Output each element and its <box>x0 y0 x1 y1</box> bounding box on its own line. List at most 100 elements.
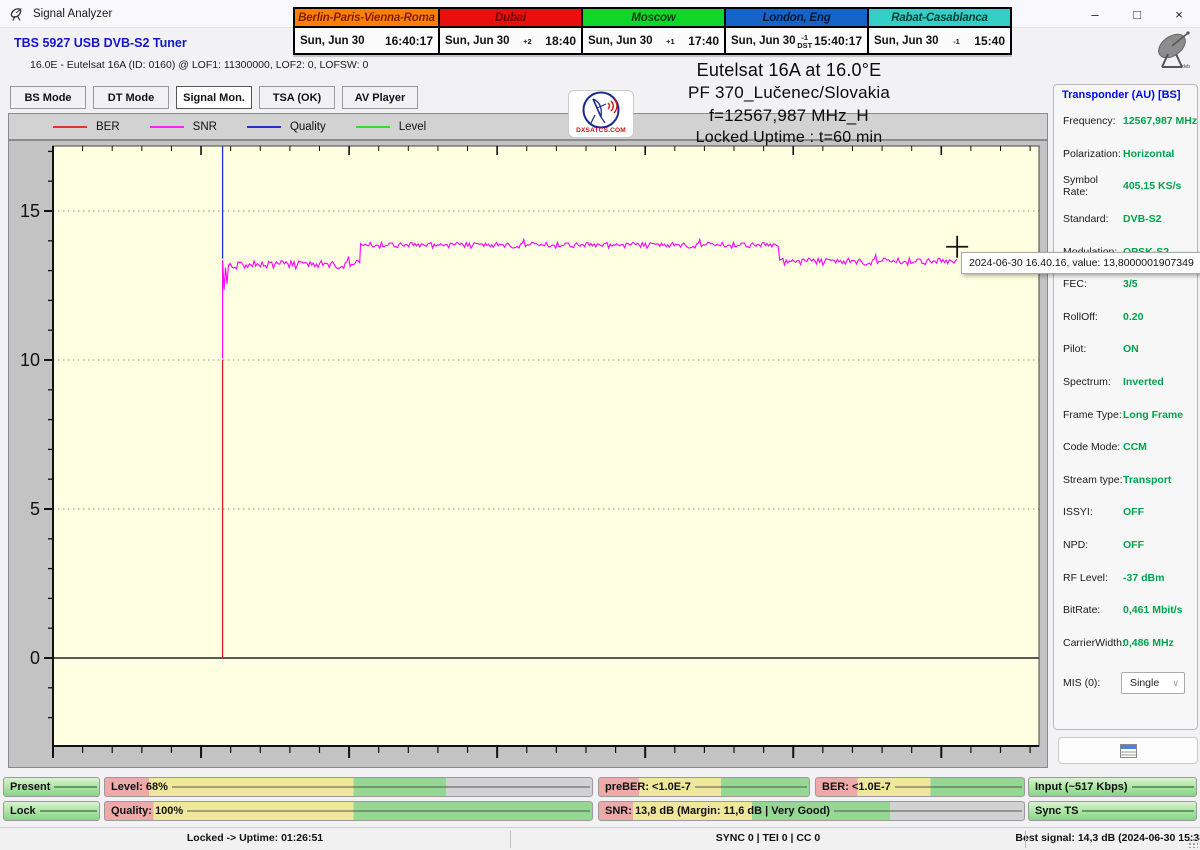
app-title: Signal Analyzer <box>33 8 112 20</box>
mode-button-dt-mode[interactable]: DT Mode <box>93 86 169 109</box>
clock-utc-offset <box>365 40 385 42</box>
legend-label: BER <box>96 121 120 133</box>
chart-plot-area[interactable] <box>53 146 1039 746</box>
present-badge: Present <box>3 777 100 797</box>
clock-berlin-paris-vienna-roma: Berlin-Paris-Vienna-RomaSun, Jun 3016:40… <box>295 9 438 53</box>
snr-chart: 051015 <box>8 140 1048 768</box>
y-tick-label: 15 <box>20 201 40 221</box>
status-separator <box>510 831 511 848</box>
transponder-label: FEC: <box>1063 278 1123 290</box>
transponder-row-standard: Standard:DVB-S2 <box>1054 203 1197 236</box>
mode-button-av-player[interactable]: AV Player <box>342 86 418 109</box>
sync-ts-badge: Sync TS <box>1028 801 1197 821</box>
clock-utc-offset: +2 <box>510 36 546 46</box>
station-header: PF 370_Lučenec/Slovakia <box>688 83 890 103</box>
clock-time-value: 15:40:17 <box>814 34 862 48</box>
transponder-rows: Frequency:12567,987 MHzPolarization:Hori… <box>1054 105 1197 659</box>
level-bar-label: Level: 68% <box>105 781 168 793</box>
transponder-value: 3/5 <box>1123 278 1138 290</box>
clock-city-label: London, Eng <box>726 9 867 28</box>
ber-bar-label: BER: <1.0E-7 <box>816 781 891 793</box>
resize-grip[interactable] <box>1188 838 1198 848</box>
transponder-label: Stream type: <box>1063 474 1123 486</box>
transponder-value: 405,15 KS/s <box>1123 180 1181 192</box>
clock-time-value: 18:40 <box>545 34 576 48</box>
clock-time-row: Sun, Jun 3016:40:17 <box>295 28 438 53</box>
legend-item-quality: Quality <box>247 121 326 133</box>
transponder-label: ISSYI: <box>1063 506 1123 518</box>
mis-select[interactable]: Single ∨ <box>1121 672 1185 694</box>
transponder-value: 0,461 Mbit/s <box>1123 604 1183 616</box>
mode-button-signal-mon-[interactable]: Signal Mon. <box>176 86 252 109</box>
clock-time-row: Sun, Jun 30-115:40 <box>869 28 1010 53</box>
legend-item-ber: BER <box>53 121 120 133</box>
chevron-down-icon: ∨ <box>1172 678 1179 689</box>
preber-bar: preBER: <1.0E-7 <box>598 777 810 797</box>
transponder-row-rflevel: RF Level:-37 dBm <box>1054 561 1197 594</box>
transponder-value: 12567,987 MHz <box>1123 115 1197 127</box>
transponder-row-pilot: Pilot:ON <box>1054 333 1197 366</box>
mode-button-tsa-ok-[interactable]: TSA (OK) <box>259 86 335 109</box>
transponder-label: Code Mode: <box>1063 441 1123 453</box>
bar-groove <box>695 786 807 788</box>
close-button[interactable]: × <box>1158 0 1200 28</box>
preber-bar-label: preBER: <1.0E-7 <box>599 781 691 793</box>
legend-item-snr: SNR <box>150 121 217 133</box>
transponder-label: RollOff: <box>1063 311 1123 323</box>
y-tick-label: 10 <box>20 350 40 370</box>
chart-legend: BER SNR Quality Level <box>8 113 1048 140</box>
app-dish-icon <box>9 6 25 22</box>
clock-utc-offset: +1 <box>653 36 689 46</box>
clock-time-value: 15:40 <box>974 34 1005 48</box>
transponder-value: -37 dBm <box>1123 572 1164 584</box>
transponder-row-symbolrate: Symbol Rate:405,15 KS/s <box>1054 170 1197 203</box>
clock-date: Sun, Jun 30 <box>731 35 796 47</box>
ts-list-button[interactable] <box>1058 737 1198 764</box>
transponder-row-spectrum: Spectrum:Inverted <box>1054 366 1197 399</box>
transponder-label: Symbol Rate: <box>1063 174 1123 198</box>
transponder-label: CarrierWidth: <box>1063 637 1123 649</box>
legend-label: Quality <box>290 121 326 133</box>
legend-item-level: Level <box>356 121 427 133</box>
mis-label: MIS (0): <box>1063 677 1121 689</box>
clock-dubai: DubaiSun, Jun 30+218:40 <box>438 9 581 53</box>
transponder-row-streamtype: Stream type:Transport <box>1054 464 1197 497</box>
transponder-label: Standard: <box>1063 213 1123 225</box>
clock-london-eng: London, Eng Sun, Jun 30-1DST15:40:17 <box>724 9 867 53</box>
legend-swatch-quality <box>247 126 281 128</box>
transponder-label: Pilot: <box>1063 343 1123 355</box>
uptime-status: Locked -> Uptime: 01:26:51 <box>187 832 323 844</box>
minimize-button[interactable]: – <box>1074 0 1116 28</box>
clock-utc-offset: -1DST <box>796 32 814 50</box>
mis-selected-value: Single <box>1130 677 1159 689</box>
window-controls: – □ × <box>1074 0 1200 28</box>
transponder-row-rolloff: RollOff:0.20 <box>1054 301 1197 334</box>
mode-button-bs-mode[interactable]: BS Mode <box>10 86 86 109</box>
satellite-dish-icon: dvb <box>1148 26 1198 70</box>
maximize-button[interactable]: □ <box>1116 0 1158 28</box>
clock-time-row: Sun, Jun 30+117:40 <box>583 28 724 53</box>
badge-groove <box>1082 810 1194 812</box>
clock-time-value: 17:40 <box>688 34 719 48</box>
transponder-row-frequency: Frequency:12567,987 MHz <box>1054 105 1197 138</box>
clock-city-label: Dubai <box>440 9 581 28</box>
transponder-panel-title: Transponder (AU) [BS] <box>1054 89 1197 103</box>
lock-badge-label: Lock <box>4 805 36 817</box>
transponder-label: RF Level: <box>1063 572 1123 584</box>
clock-time-value: 16:40:17 <box>385 34 433 48</box>
frequency-header: f=12567,987 MHz_H <box>709 106 869 126</box>
clock-city-label: Berlin-Paris-Vienna-Roma <box>295 9 438 28</box>
sync-ts-badge-label: Sync TS <box>1029 805 1078 817</box>
best-signal-status: Best signal: 14,3 dB (2024-06-30 15:38) <box>1015 832 1200 844</box>
transponder-value: 0.20 <box>1123 311 1143 323</box>
level-bar: Level: 68% <box>104 777 593 797</box>
legend-label: SNR <box>193 121 217 133</box>
transponder-value: Horizontal <box>1123 148 1174 160</box>
list-table-icon <box>1120 744 1137 758</box>
tuner-info: 16.0E - Eutelsat 16A (ID: 0160) @ LOF1: … <box>30 59 368 71</box>
status-separator <box>1025 831 1026 848</box>
transponder-row-bitrate: BitRate:0,461 Mbit/s <box>1054 594 1197 627</box>
transponder-label: NPD: <box>1063 539 1123 551</box>
status-bar: Locked -> Uptime: 01:26:51 SYNC 0 | TEI … <box>0 827 1200 850</box>
dxsatcs-dish-icon <box>581 91 621 129</box>
